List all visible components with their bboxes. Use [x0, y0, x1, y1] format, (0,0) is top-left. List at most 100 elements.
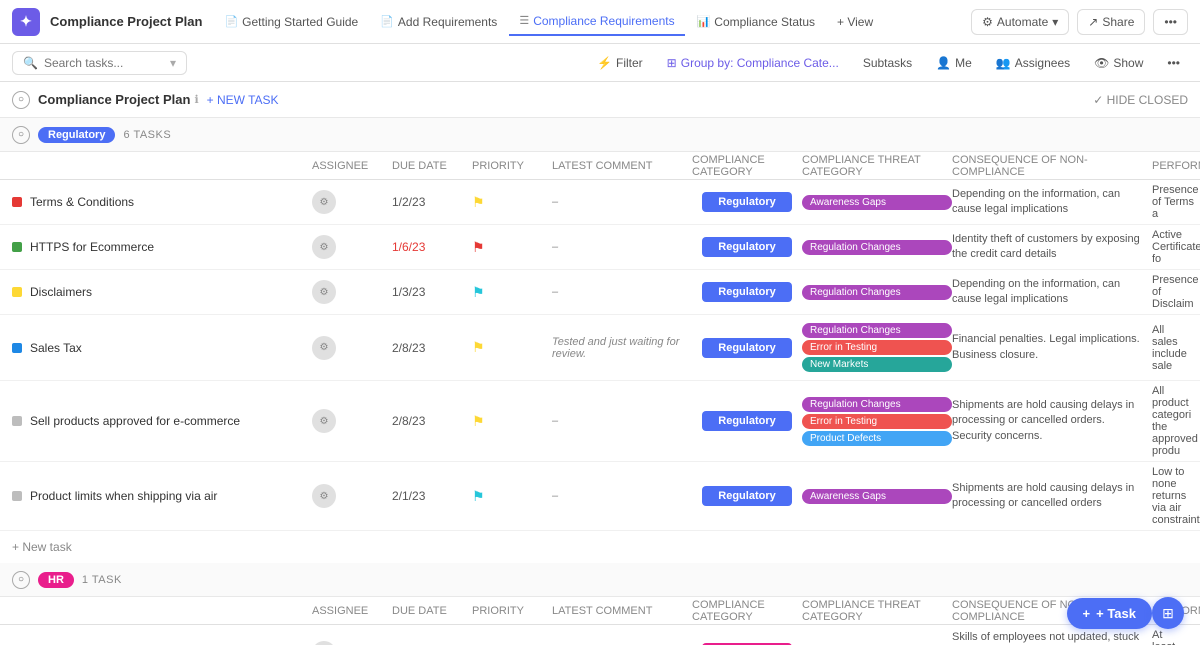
threat-tag: Regulation Changes [802, 240, 952, 255]
nav-tab-compliance-requirements[interactable]: ☰Compliance Requirements [509, 8, 684, 36]
grid-icon: ⊞ [1162, 605, 1174, 622]
task-count-hr: 1 TASK [82, 574, 122, 586]
col-header-consequence: CONSEQUENCE OF NON-COMPLIANCE [952, 154, 1152, 178]
task-name-cell: Sell products approved for e-commerce [12, 414, 312, 428]
task-status-dot [12, 491, 22, 501]
nav-tab-add-requirements[interactable]: 📄Add Requirements [370, 9, 507, 35]
filter-icon: ⚡ [597, 56, 612, 70]
comp-cat-badge: Regulatory [702, 486, 792, 506]
filter-button[interactable]: ⚡ Filter [589, 52, 651, 74]
plus-icon: + [1083, 606, 1091, 621]
perform-cell: Low to none returns via air constraint [1152, 466, 1200, 526]
group-icon: ⊞ [667, 56, 677, 70]
hide-closed-button[interactable]: ✓ HIDE CLOSED [1093, 93, 1188, 107]
new-task-link[interactable]: + NEW TASK [207, 93, 279, 107]
avatar: ⚙ [312, 641, 336, 645]
me-icon: 👤 [936, 56, 951, 70]
assignee-cell: ⚙ [312, 235, 392, 259]
collapse-button[interactable]: ○ [12, 91, 30, 109]
add-task-fab[interactable]: + + Task [1067, 598, 1152, 629]
perform-cell: All product categori the approved produ [1152, 385, 1198, 457]
threat-tag: Error in Testing [802, 340, 952, 355]
priority-cell: ⚑ [472, 488, 552, 505]
col-header-comment: LATEST COMMENT [552, 605, 692, 617]
task-name-cell: HTTPS for Ecommerce [12, 240, 312, 254]
consequence-cell: Skills of employees not updated, stuck o… [952, 630, 1152, 645]
project-title: Compliance Project Plan [50, 14, 202, 29]
threat-tag: Regulation Changes [802, 285, 952, 300]
chevron-down-icon: ▾ [170, 56, 176, 70]
task-name-label: Disclaimers [30, 285, 92, 299]
perform-cell: At least once a year [1152, 629, 1188, 645]
assignee-cell: ⚙ [312, 409, 392, 433]
perform-cell: Presence of Disclaim [1152, 274, 1198, 310]
nav-right: ⚙ Automate ▾ ↗ Share ••• [971, 9, 1188, 35]
assignees-button[interactable]: 👥 Assignees [988, 52, 1078, 74]
comp-cat-badge: Regulatory [702, 411, 792, 431]
tab-icon-compliance-status: 📊 [697, 15, 711, 28]
task-count-regulatory: 6 TASKS [123, 129, 171, 141]
task-row[interactable]: Sell products approved for e-commerce ⚙ … [0, 381, 1200, 462]
nav-tab-getting-started[interactable]: 📄Getting Started Guide [214, 9, 368, 35]
search-box[interactable]: 🔍 ▾ [12, 51, 187, 75]
threat-tag: Regulation Changes [802, 397, 952, 412]
group-collapse-regulatory[interactable]: ○ [12, 126, 30, 144]
more-toolbar-button[interactable]: ••• [1159, 52, 1188, 74]
task-status-dot [12, 242, 22, 252]
consequence-cell: Depending on the information, can cause … [952, 277, 1152, 308]
subtasks-button[interactable]: Subtasks [855, 52, 920, 74]
avatar: ⚙ [312, 409, 336, 433]
show-button[interactable]: 👁 Show [1086, 52, 1151, 74]
nav-tabs: 📄Getting Started Guide📄Add Requirements☰… [214, 8, 967, 36]
consequence-cell: Identity theft of customers by exposing … [952, 232, 1152, 263]
task-settings-fab[interactable]: ⊞ [1152, 597, 1184, 629]
new-task-row-regulatory[interactable]: + New task [0, 531, 1200, 563]
col-header-priority: PRIORITY [472, 605, 552, 617]
new-task-link-regulatory[interactable]: + New task [12, 540, 72, 554]
threat-cell: Regulation Changes [802, 281, 952, 304]
comp-cat-badge: Regulatory [702, 237, 792, 257]
tab-label-view: + View [837, 15, 873, 29]
priority-cell: ⚑ [472, 239, 552, 256]
col-header-threat: COMPLIANCE THREAT CATEGORY [802, 154, 952, 178]
search-input[interactable] [44, 56, 164, 70]
nav-tab-view[interactable]: + View [827, 9, 883, 35]
task-row[interactable]: Sales Tax ⚙ 2/8/23 ⚑ Tested and just wai… [0, 315, 1200, 381]
date-cell: 2/8/23 [392, 341, 472, 355]
comp-cat-badge: Regulatory [702, 192, 792, 212]
threat-tag: Product Defects [802, 431, 952, 446]
threat-cell: Awareness Gaps [802, 642, 952, 645]
share-button[interactable]: ↗ Share [1077, 9, 1145, 35]
task-row[interactable]: Terms & Conditions ⚙ 1/2/23 ⚑ – Regulato… [0, 180, 1200, 225]
automate-button[interactable]: ⚙ Automate ▾ [971, 9, 1069, 35]
group-tag-regulatory: Regulatory [38, 127, 115, 143]
group-by-button[interactable]: ⊞ Group by: Compliance Cate... [659, 52, 847, 74]
threat-tag: Awareness Gaps [802, 195, 952, 210]
col-header-assignee: ASSIGNEE [312, 605, 392, 617]
avatar: ⚙ [312, 336, 336, 360]
nav-tab-compliance-status[interactable]: 📊Compliance Status [687, 9, 825, 35]
threat-tag: Regulation Changes [802, 323, 952, 338]
avatar: ⚙ [312, 190, 336, 214]
more-options-button[interactable]: ••• [1153, 9, 1188, 35]
task-row[interactable]: HTTPS for Ecommerce ⚙ 1/6/23 ⚑ – Regulat… [0, 225, 1200, 270]
task-row[interactable]: Product limits when shipping via air ⚙ 2… [0, 462, 1200, 531]
task-name-label: Product limits when shipping via air [30, 489, 217, 503]
col-header-comp-cat: COMPLIANCE CATEGORY [692, 599, 802, 623]
toolbar-right: ⚡ Filter ⊞ Group by: Compliance Cate... … [589, 52, 1188, 74]
assignee-cell: ⚙ [312, 484, 392, 508]
task-row[interactable]: Employee training ⚙ 5/31/23 ⚑ – HR Aware… [0, 625, 1200, 645]
assignee-cell: ⚙ [312, 190, 392, 214]
comment-cell: – [552, 490, 692, 502]
me-button[interactable]: 👤 Me [928, 52, 980, 74]
priority-flag: ⚑ [472, 339, 485, 356]
priority-flag: ⚑ [472, 239, 485, 256]
task-status-dot [12, 287, 22, 297]
group-collapse-hr[interactable]: ○ [12, 571, 30, 589]
col-header-date: DUE DATE [392, 605, 472, 617]
task-row[interactable]: Disclaimers ⚙ 1/3/23 ⚑ – Regulatory Regu… [0, 270, 1200, 315]
chevron-down-icon: ▾ [1052, 15, 1058, 29]
comment-cell: – [552, 241, 692, 253]
priority-flag: ⚑ [472, 194, 485, 211]
col-header-perform: PERFORM [1152, 160, 1200, 172]
